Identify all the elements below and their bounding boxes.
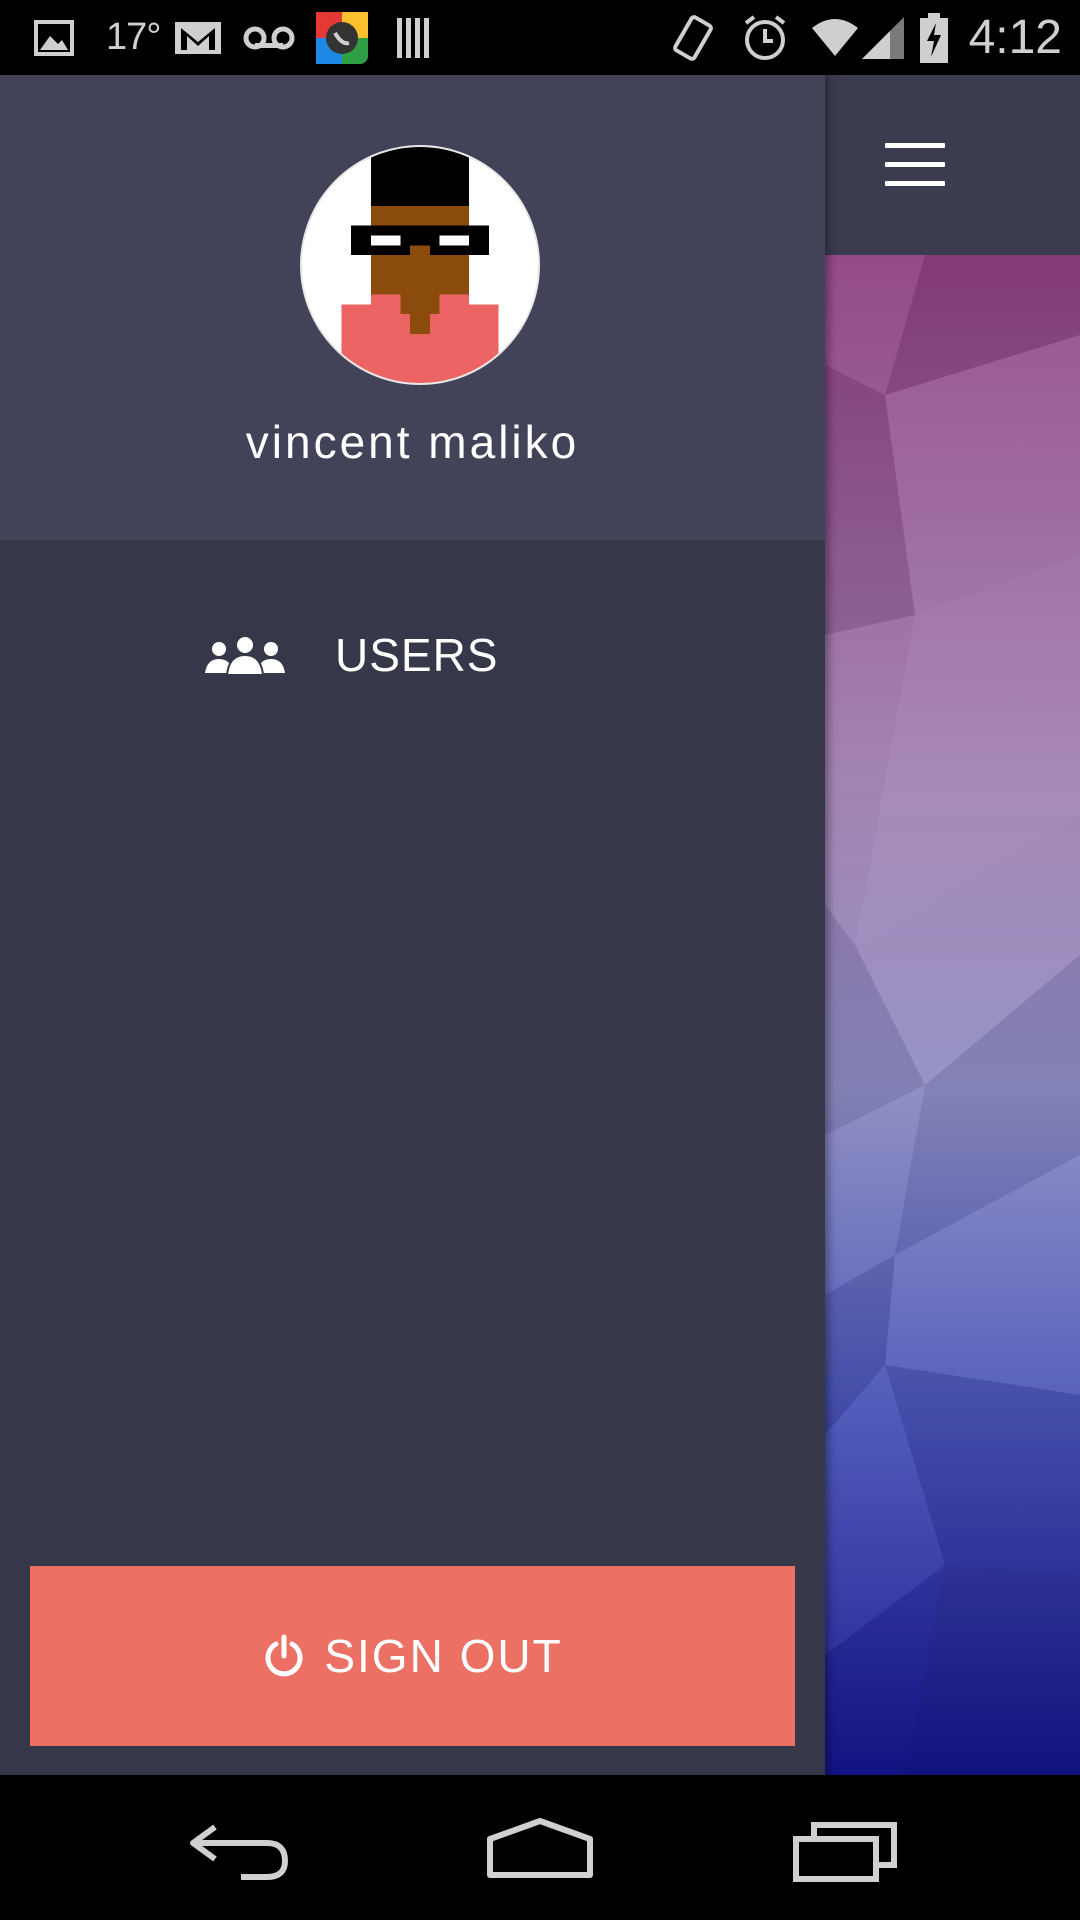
battery-charging-icon <box>918 0 950 75</box>
sign-out-button[interactable]: SIGN OUT <box>30 1566 795 1746</box>
clock-text: 4:12 <box>968 11 1062 64</box>
image-icon <box>34 0 74 75</box>
user-name: vincent maliko <box>245 416 580 468</box>
signal-icon <box>860 0 906 75</box>
nav-item-label: USERS <box>335 629 499 681</box>
power-icon <box>265 1634 303 1677</box>
voicemail-icon <box>243 0 295 75</box>
drawer-header: vincent maliko <box>0 75 825 540</box>
hangouts-icon <box>315 0 369 75</box>
vibrate-icon <box>670 0 716 75</box>
gmail-icon <box>173 0 223 75</box>
navigation-drawer: vincent maliko USERS SIGN OUT <box>0 75 825 1775</box>
alarm-icon <box>740 0 790 75</box>
polygon-background-image <box>825 255 1080 1775</box>
sign-out-label: SIGN OUT <box>324 1630 563 1682</box>
back-icon[interactable] <box>185 1815 295 1885</box>
recents-icon[interactable] <box>790 1815 900 1885</box>
system-nav-bar <box>0 1775 1080 1920</box>
users-icon <box>205 635 285 676</box>
hamburger-menu-icon[interactable] <box>880 135 950 195</box>
avatar[interactable] <box>300 145 540 385</box>
status-bar: 17° 4:12 <box>0 0 1080 75</box>
nav-item-users[interactable]: USERS <box>0 615 825 695</box>
barcode-icon <box>395 0 435 75</box>
app-content <box>820 75 1080 1775</box>
wifi-icon <box>810 0 860 75</box>
temperature-text: 17° <box>106 16 161 58</box>
app-toolbar <box>820 75 1080 255</box>
home-icon[interactable] <box>485 1815 595 1885</box>
